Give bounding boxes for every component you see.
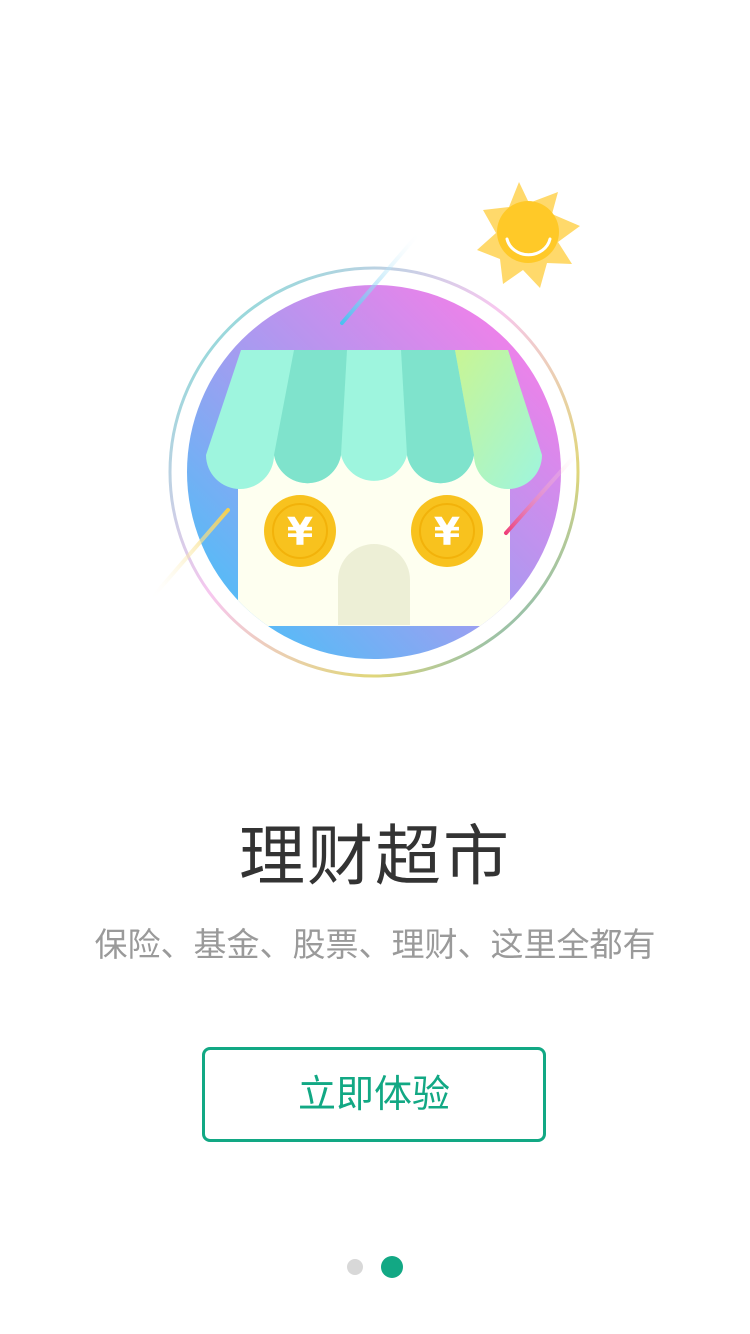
yuan-coin-icon: ¥ [264,495,336,567]
page-indicator [0,1256,750,1278]
svg-text:¥: ¥ [287,510,313,554]
page-title: 理财超市 [239,818,511,895]
svg-text:¥: ¥ [434,510,460,554]
try-now-button[interactable]: 立即体验 [202,1047,546,1142]
yuan-coin-icon: ¥ [411,495,483,567]
page-dot-2-active[interactable] [381,1256,403,1278]
page-subtitle: 保险、基金、股票、理财、这里全都有 [94,925,656,964]
awning [206,350,542,489]
page-dot-1[interactable] [347,1259,363,1275]
market-shop-illustration: ¥ ¥ [148,182,582,678]
onboarding-page: ¥ ¥ 理财超市 保险、基金、股票、理财、这里全都有 立即体验 [0,0,750,1334]
house-door [338,544,410,625]
smiling-sun-icon [477,182,580,288]
